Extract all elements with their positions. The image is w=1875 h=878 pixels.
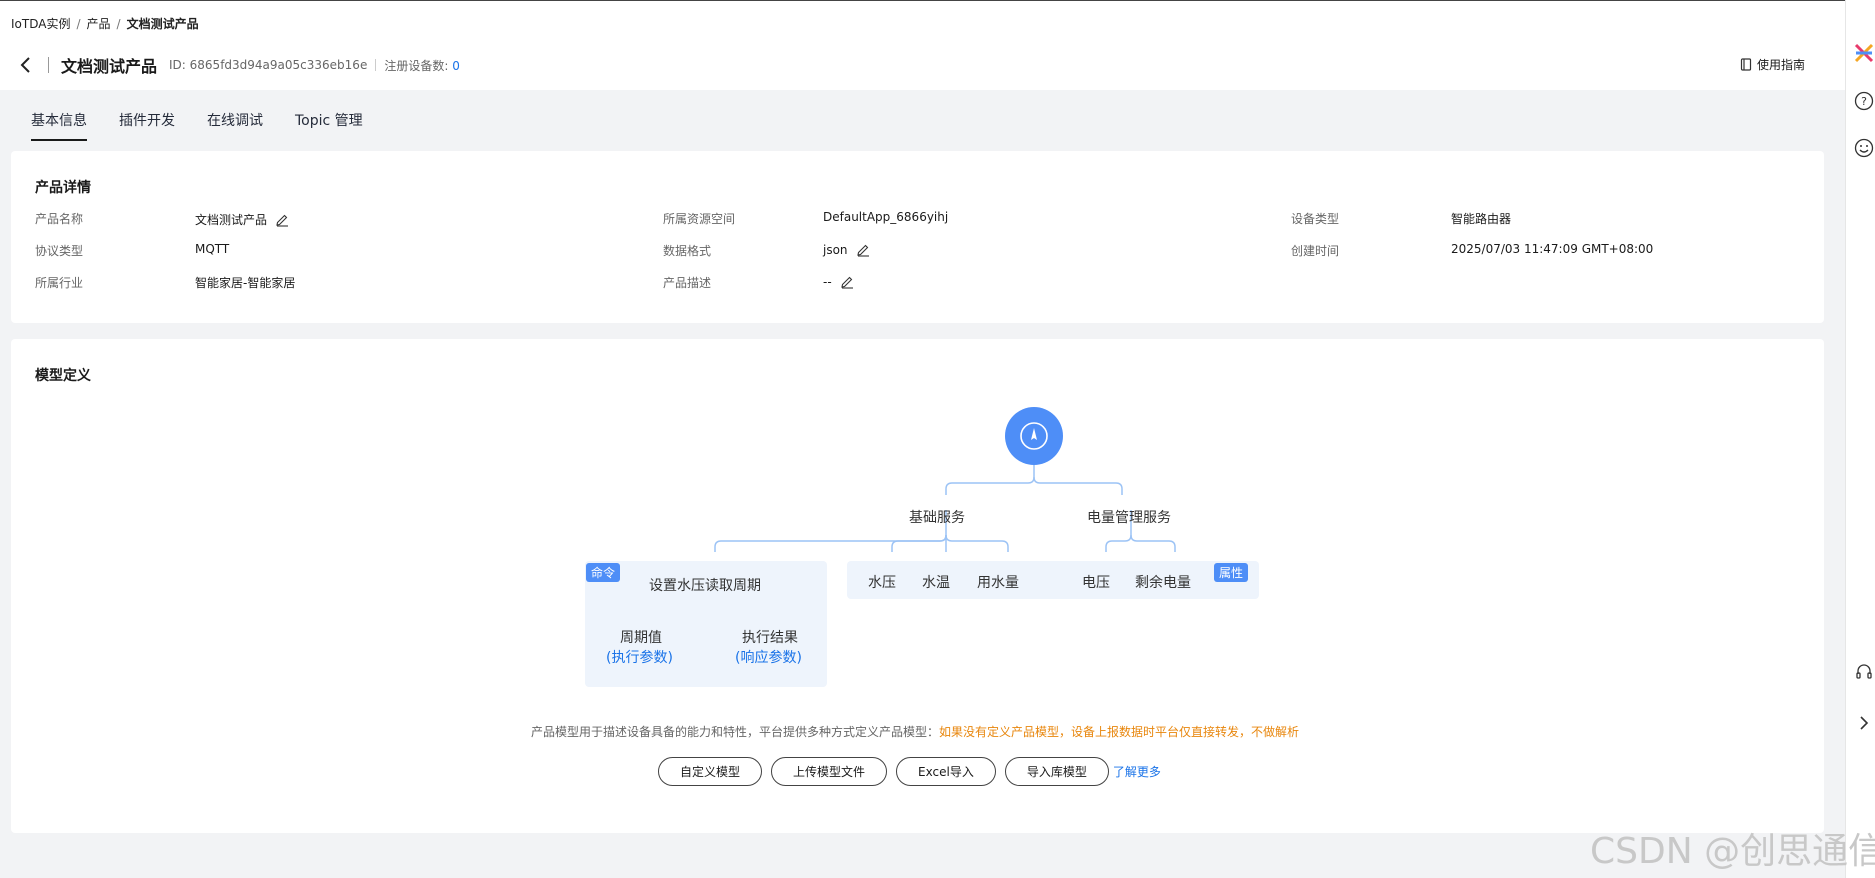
compass-icon bbox=[1020, 422, 1048, 450]
upload-model-file-button[interactable]: 上传模型文件 bbox=[771, 757, 888, 786]
field-value-product-name: 文档测试产品 bbox=[195, 211, 289, 228]
field-label-created-time: 创建时间 bbox=[1291, 244, 1340, 258]
service-node-basic: 基础服务 bbox=[909, 510, 965, 526]
brand-logo-icon[interactable] bbox=[1853, 42, 1875, 64]
custom-model-button[interactable]: 自定义模型 bbox=[658, 757, 763, 786]
guide-link[interactable]: 使用指南 bbox=[1740, 56, 1805, 73]
breadcrumb-separator: / bbox=[76, 16, 81, 31]
breadcrumb-item-instance[interactable]: IoTDA实例 bbox=[11, 15, 70, 32]
help-icon[interactable]: ? bbox=[1853, 90, 1875, 112]
command-param-type: (执行参数) bbox=[606, 650, 673, 666]
property-node: 水压 bbox=[868, 575, 896, 591]
page-header: IoTDA实例 / 产品 / 文档测试产品 文档测试产品 ID: 6865fd3… bbox=[0, 0, 1845, 90]
import-library-model-button[interactable]: 导入库模型 bbox=[1004, 757, 1109, 786]
right-rail: ? bbox=[1845, 0, 1875, 878]
property-node: 水温 bbox=[922, 575, 950, 591]
field-label-data-format: 数据格式 bbox=[663, 244, 712, 258]
tab-bar: 基本信息 插件开发 在线调试 Topic 管理 bbox=[31, 110, 363, 141]
page-title: 文档测试产品 bbox=[61, 57, 158, 76]
back-button[interactable] bbox=[14, 54, 36, 76]
field-value-data-format: json bbox=[823, 243, 870, 257]
headset-icon[interactable] bbox=[1853, 661, 1875, 683]
command-tag: 命令 bbox=[586, 563, 621, 582]
property-group bbox=[847, 561, 1259, 599]
breadcrumb-item-products[interactable]: 产品 bbox=[87, 15, 111, 32]
property-node: 剩余电量 bbox=[1135, 575, 1191, 591]
breadcrumb: IoTDA实例 / 产品 / 文档测试产品 bbox=[11, 15, 199, 32]
device-count-label: 注册设备数: bbox=[384, 58, 449, 73]
divider bbox=[375, 59, 377, 71]
command-node: 设置水压读取周期 bbox=[649, 578, 761, 594]
description-value: -- bbox=[823, 275, 832, 289]
model-root-node bbox=[1005, 407, 1063, 465]
breadcrumb-separator: / bbox=[116, 16, 121, 31]
model-actions: 自定义模型 上传模型文件 Excel导入 导入库模型 了解更多 bbox=[658, 757, 1161, 786]
command-param-name: 执行结果 bbox=[742, 630, 798, 646]
svg-text:?: ? bbox=[1861, 95, 1867, 108]
field-label-product-name: 产品名称 bbox=[35, 212, 84, 226]
book-icon bbox=[1740, 58, 1752, 71]
field-label-resource-space: 所属资源空间 bbox=[663, 212, 736, 226]
field-label-device-type: 设备类型 bbox=[1291, 212, 1340, 226]
field-label-protocol: 协议类型 bbox=[35, 244, 84, 258]
chevron-right-icon[interactable] bbox=[1853, 712, 1875, 734]
chevron-left-icon bbox=[20, 57, 30, 73]
model-definition-card: 模型定义 基础服务 电量管理服务 命令 设置水压读取周期 周期值 (执行参数) … bbox=[11, 339, 1824, 833]
model-description: 产品模型用于描述设备具备的能力和特性，平台提供多种方式定义产品模型：如果没有定义… bbox=[531, 723, 1299, 740]
field-value-resource-space: DefaultApp_6866yihj bbox=[823, 210, 949, 224]
product-name-value: 文档测试产品 bbox=[195, 213, 268, 227]
command-param-type: (响应参数) bbox=[735, 650, 802, 666]
guide-label: 使用指南 bbox=[1757, 58, 1806, 72]
model-description-text: 产品模型用于描述设备具备的能力和特性，平台提供多种方式定义产品模型： bbox=[531, 725, 940, 739]
product-details-card: 产品详情 产品名称 文档测试产品 所属资源空间 DefaultApp_6866y… bbox=[11, 151, 1824, 323]
divider bbox=[48, 57, 49, 73]
property-tag: 属性 bbox=[1214, 563, 1249, 582]
device-count: 注册设备数: 0 bbox=[384, 57, 460, 74]
learn-more-link[interactable]: 了解更多 bbox=[1113, 763, 1161, 780]
details-title: 产品详情 bbox=[35, 180, 91, 196]
field-value-description: -- bbox=[823, 275, 854, 289]
edit-icon[interactable] bbox=[856, 243, 870, 257]
breadcrumb-item-current: 文档测试产品 bbox=[126, 17, 199, 31]
field-value-device-type: 智能路由器 bbox=[1451, 212, 1512, 226]
data-format-value: json bbox=[823, 243, 848, 257]
tab-basic-info[interactable]: 基本信息 bbox=[31, 110, 87, 141]
title-bar: 文档测试产品 ID: 6865fd3d94a9a05c336eb16e 注册设备… bbox=[14, 53, 460, 77]
smile-icon[interactable] bbox=[1853, 137, 1875, 159]
tab-online-debug[interactable]: 在线调试 bbox=[207, 110, 263, 141]
property-node: 用水量 bbox=[977, 575, 1019, 591]
field-value-protocol: MQTT bbox=[195, 242, 230, 256]
product-id: ID: 6865fd3d94a9a05c336eb16e bbox=[169, 58, 368, 72]
service-node-power: 电量管理服务 bbox=[1087, 510, 1171, 526]
watermark: CSDN @创思通信 bbox=[1590, 831, 1875, 872]
excel-import-button[interactable]: Excel导入 bbox=[896, 757, 996, 786]
tab-topic-management[interactable]: Topic 管理 bbox=[295, 110, 363, 141]
property-node: 电压 bbox=[1082, 575, 1110, 591]
field-label-industry: 所属行业 bbox=[35, 276, 84, 290]
edit-icon[interactable] bbox=[275, 213, 289, 227]
command-param-name: 周期值 bbox=[620, 630, 662, 646]
tab-plugin-dev[interactable]: 插件开发 bbox=[119, 110, 175, 141]
edit-icon[interactable] bbox=[840, 275, 854, 289]
field-value-created-time: 2025/07/03 11:47:09 GMT+08:00 bbox=[1451, 242, 1654, 256]
model-warning-text: 如果没有定义产品模型，设备上报数据时平台仅直接转发，不做解析 bbox=[939, 725, 1300, 739]
field-value-industry: 智能家居-智能家居 bbox=[195, 276, 296, 290]
field-label-description: 产品描述 bbox=[663, 276, 712, 290]
device-count-value[interactable]: 0 bbox=[452, 59, 460, 73]
